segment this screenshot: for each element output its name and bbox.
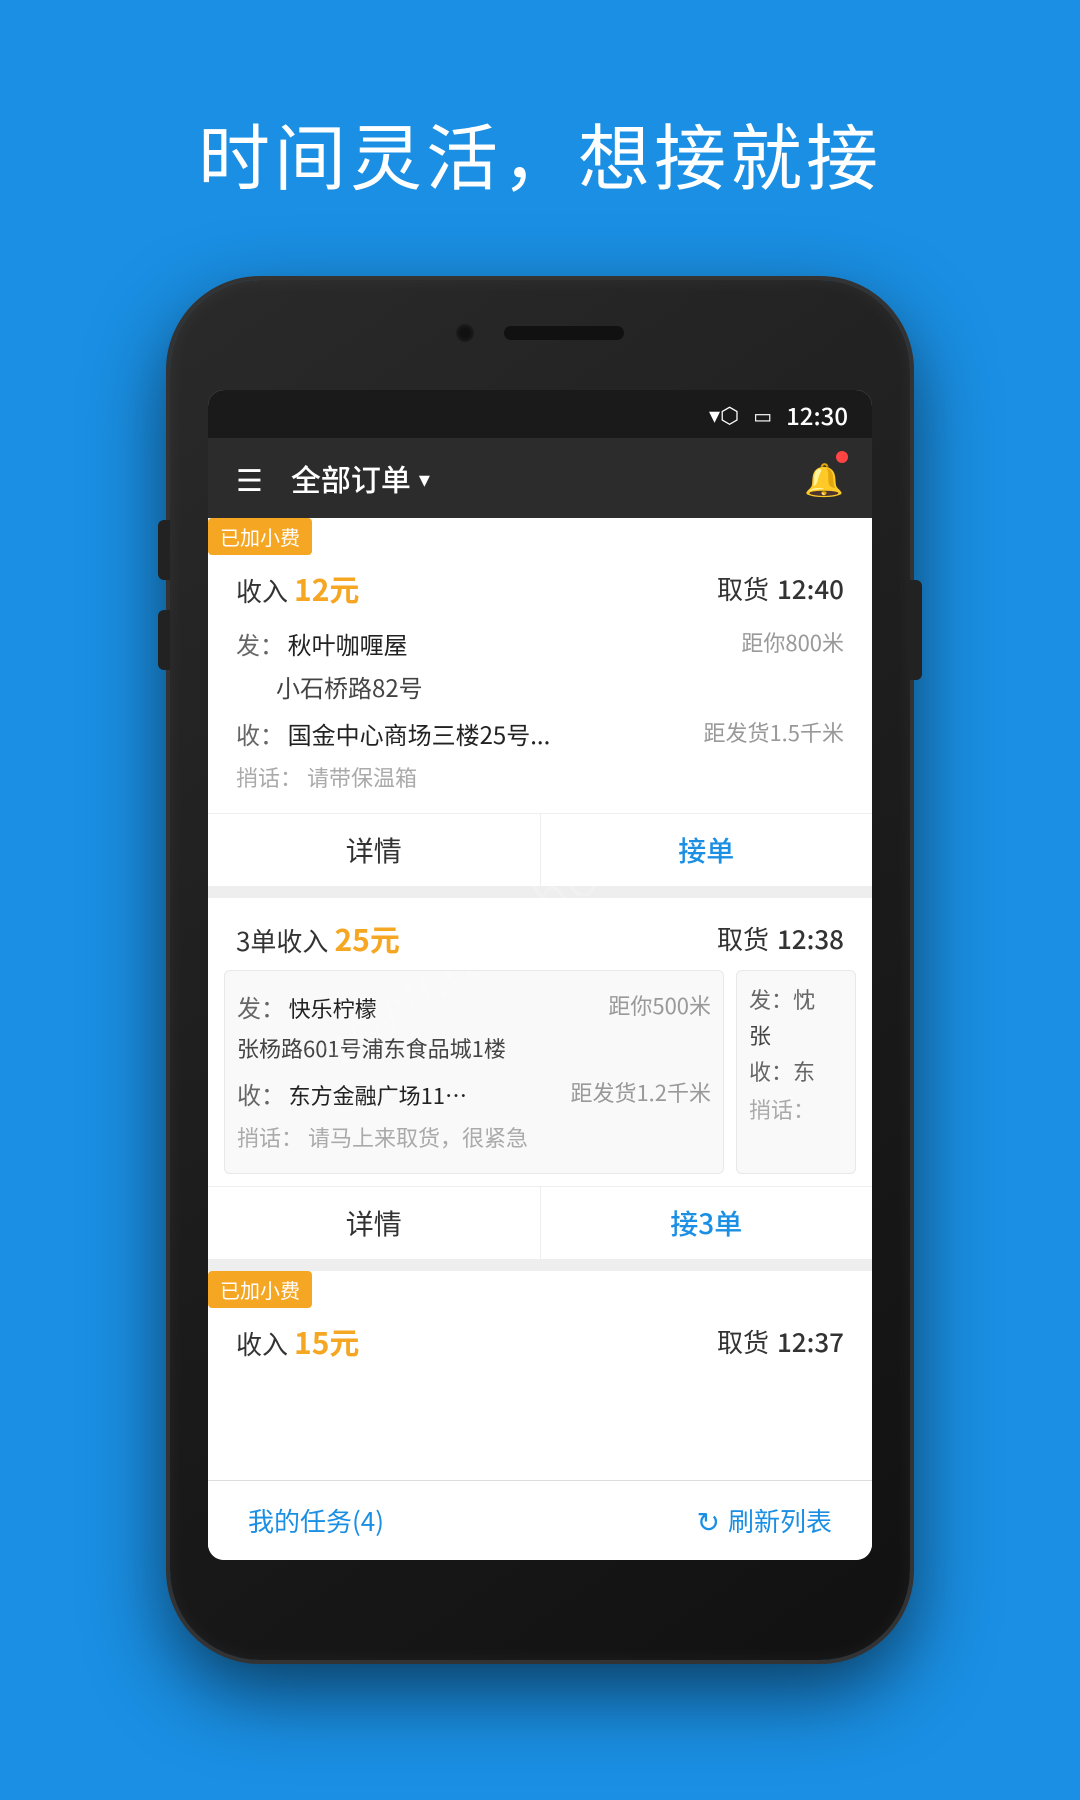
order3-badge: 已加小费 bbox=[208, 1271, 312, 1308]
order2-mini-card-2: 发：忱 张 收：东 捎话： bbox=[736, 970, 856, 1174]
mini1-note-text: 请马上来取货，很紧急 bbox=[308, 1121, 528, 1153]
order2-mini-card-1: 发： 快乐柠檬 距你500米 张杨路601号浦东食品城1楼 收： 东方金融广场1… bbox=[224, 970, 724, 1174]
order2-count-label: 3单收入 bbox=[236, 922, 328, 959]
order3-pickup-label: 取货 bbox=[717, 1323, 769, 1360]
order2-accept-button[interactable]: 接3单 bbox=[541, 1187, 873, 1259]
mini1-to-row: 收： 东方金融广场11… 距发货1.2千米 bbox=[237, 1070, 711, 1117]
order1-note-label: 捎话： bbox=[236, 761, 302, 793]
status-time: 12:30 bbox=[786, 397, 848, 432]
mini1-from-address: 张杨路601号浦东食品城1楼 bbox=[237, 1030, 711, 1070]
order1-pickup-time: 12:40 bbox=[777, 570, 844, 607]
status-bar: ▾⬡ ▭ 12:30 bbox=[208, 390, 872, 438]
order1-to-distance: 距发货1.5千米 bbox=[703, 716, 844, 748]
notification-icon[interactable]: 🔔 bbox=[804, 455, 844, 501]
bottom-bar: 我的任务(4) ↻ 刷新列表 bbox=[208, 1480, 872, 1560]
order2-actions: 详情 接3单 bbox=[208, 1186, 872, 1259]
mini1-from-name: 快乐柠檬 bbox=[289, 992, 377, 1024]
mini1-to-prefix: 收： bbox=[237, 1076, 285, 1111]
order1-income-label: 收入 bbox=[236, 572, 288, 609]
order2-pickup-time: 12:38 bbox=[777, 920, 844, 957]
order1-from-row: 发： 秋叶咖喱屋 距你800米 bbox=[236, 620, 844, 667]
order-card-2: 3单收入 25元 取货 12:38 发： bbox=[208, 898, 872, 1259]
order2-mini-cards: 发： 快乐柠檬 距你500米 张杨路601号浦东食品城1楼 收： 东方金融广场1… bbox=[208, 970, 872, 1186]
mini1-from-prefix: 发： bbox=[237, 989, 285, 1024]
order1-detail-button[interactable]: 详情 bbox=[208, 814, 541, 886]
order1-to-row: 收： 国金中心商场三楼25号... 距发货1.5千米 bbox=[236, 710, 844, 757]
refresh-icon: ↻ bbox=[697, 1501, 720, 1541]
phone-device: ▾⬡ ▭ 12:30 ☰ 全部订单 ▾ 🔔 已加小费 收入 bbox=[170, 280, 910, 1660]
order1-header: 已加小费 收入 12元 取货 12:40 bbox=[208, 518, 872, 620]
refresh-label: 刷新列表 bbox=[728, 1502, 832, 1539]
screen-content: 已加小费 收入 12元 取货 12:40 发： 秋叶咖喱屋 bbox=[208, 518, 872, 1560]
phone-screen: ▾⬡ ▭ 12:30 ☰ 全部订单 ▾ 🔔 已加小费 收入 bbox=[208, 390, 872, 1560]
mini1-note: 捎话： 请马上来取货，很紧急 bbox=[237, 1117, 711, 1161]
mini1-to-name: 东方金融广场11… bbox=[289, 1079, 467, 1111]
order1-note: 捎话： 请带保温箱 bbox=[236, 757, 844, 801]
mini2-from-prefix: 发：忱 bbox=[749, 983, 843, 1015]
order1-from-address: 小石桥路82号 bbox=[236, 667, 844, 710]
app-bar: ☰ 全部订单 ▾ 🔔 bbox=[208, 438, 872, 518]
order1-pickup-label: 取货 bbox=[717, 570, 769, 607]
app-bar-title: 全部订单 ▾ bbox=[291, 456, 430, 500]
dropdown-arrow-icon[interactable]: ▾ bbox=[419, 462, 430, 494]
speaker-grill bbox=[504, 326, 624, 340]
order2-header: 3单收入 25元 取货 12:38 bbox=[208, 898, 872, 970]
order1-actions: 详情 接单 bbox=[208, 813, 872, 886]
order3-income-label: 收入 bbox=[236, 1325, 288, 1362]
order2-pickup-label: 取货 bbox=[717, 920, 769, 957]
order1-income-value: 12元 bbox=[294, 566, 359, 610]
order-card-1: 已加小费 收入 12元 取货 12:40 发： 秋叶咖喱屋 bbox=[208, 518, 872, 886]
order1-from-prefix: 发： bbox=[236, 626, 284, 661]
mini1-from-row: 发： 快乐柠檬 距你500米 bbox=[237, 983, 711, 1030]
order1-badge: 已加小费 bbox=[208, 518, 312, 555]
hamburger-icon[interactable]: ☰ bbox=[236, 456, 263, 500]
order1-from-name: 秋叶咖喱屋 bbox=[288, 626, 408, 661]
order3-header: 已加小费 收入 15元 取货 12:37 bbox=[208, 1271, 872, 1373]
mini1-note-label: 捎话： bbox=[237, 1121, 303, 1153]
order1-accept-button[interactable]: 接单 bbox=[541, 814, 873, 886]
order-card-3: 已加小费 收入 15元 取货 12:37 bbox=[208, 1271, 872, 1480]
order1-from-distance: 距你800米 bbox=[741, 626, 844, 658]
camera-dot bbox=[456, 324, 474, 342]
wifi-icon: ▾⬡ bbox=[709, 398, 739, 430]
battery-icon: ▭ bbox=[753, 400, 772, 429]
refresh-button[interactable]: ↻ 刷新列表 bbox=[697, 1501, 832, 1541]
mini2-from-address: 张 bbox=[749, 1015, 843, 1055]
headline: 时间灵活，想接就接 bbox=[0, 100, 1080, 205]
order1-body: 发： 秋叶咖喱屋 距你800米 小石桥路82号 收： 国金中心商场三楼25号..… bbox=[208, 620, 872, 813]
order1-note-text: 请带保温箱 bbox=[307, 761, 417, 793]
mini2-note-label: 捎话： bbox=[749, 1087, 843, 1125]
order1-to-name: 国金中心商场三楼25号... bbox=[288, 716, 551, 751]
multi-order-card-row: 发： 快乐柠檬 距你500米 张杨路601号浦东食品城1楼 收： 东方金融广场1… bbox=[224, 970, 856, 1174]
phone-camera-area bbox=[456, 324, 624, 342]
order3-income-value: 15元 bbox=[294, 1319, 359, 1363]
mini1-from-distance: 距你500米 bbox=[608, 989, 711, 1021]
order3-pickup-time: 12:37 bbox=[777, 1323, 844, 1360]
order1-to-prefix: 收： bbox=[236, 716, 284, 751]
mini2-to-prefix: 收：东 bbox=[749, 1055, 843, 1087]
my-task-button[interactable]: 我的任务(4) bbox=[248, 1502, 384, 1539]
order2-detail-button[interactable]: 详情 bbox=[208, 1187, 541, 1259]
app-title-text: 全部订单 bbox=[291, 456, 411, 500]
mini1-to-distance: 距发货1.2千米 bbox=[570, 1076, 711, 1108]
notification-dot bbox=[836, 451, 848, 463]
order2-income-value: 25元 bbox=[334, 916, 399, 960]
